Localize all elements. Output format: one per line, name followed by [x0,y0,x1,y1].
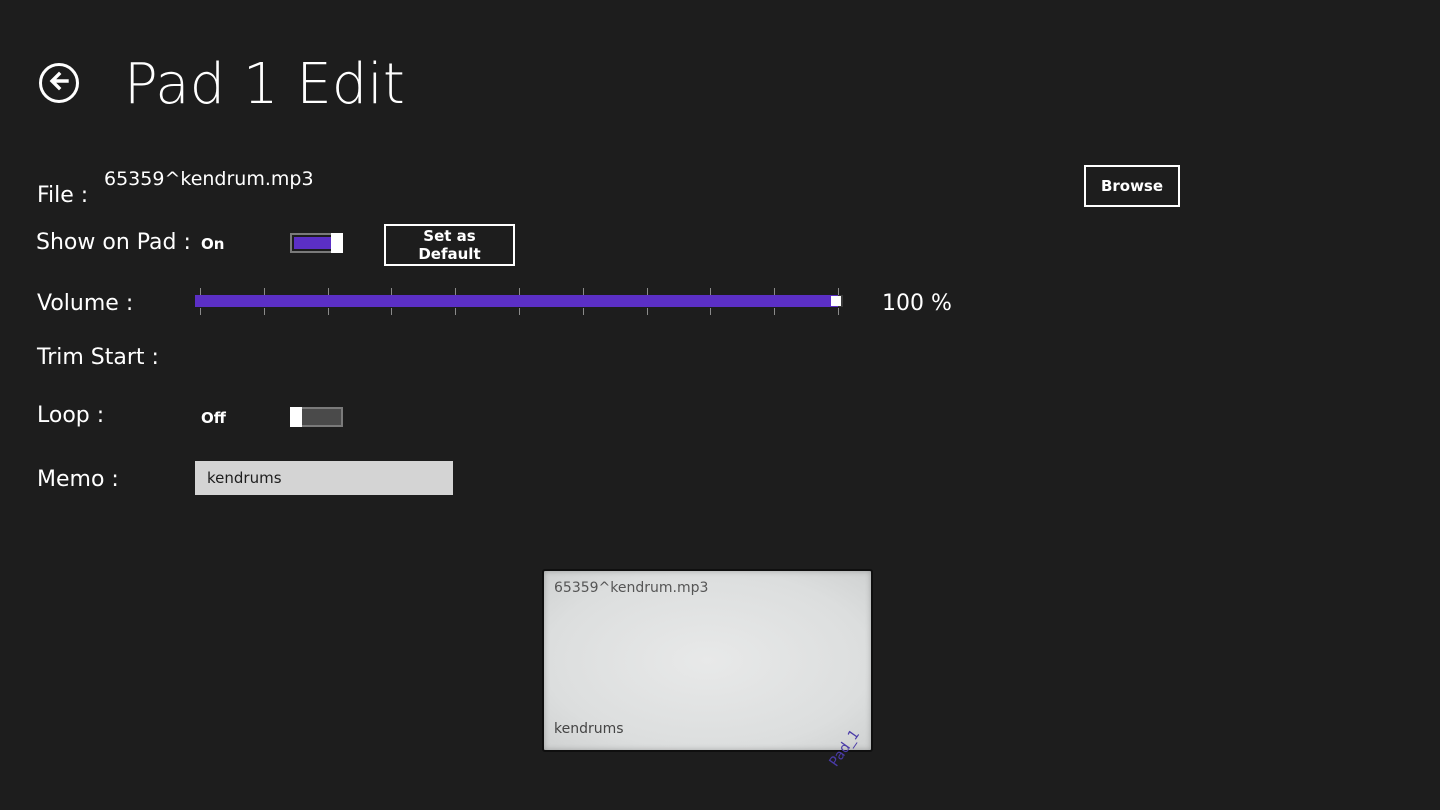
memo-label: Memo : [37,467,119,492]
volume-tick [519,288,520,295]
file-label: File : [37,183,89,208]
arrow-left-icon [47,69,71,97]
volume-tick [391,288,393,295]
trim-start-label: Trim Start : [37,345,159,370]
toggle-thumb[interactable] [290,407,302,427]
volume-label: Volume : [37,291,134,316]
volume-tick [263,288,265,295]
volume-tick [838,288,839,295]
pad-preview-memo: kendrums [554,721,624,737]
volume-tick [582,288,584,295]
volume-value: 100 % [882,291,952,316]
pad-preview-file: 65359^kendrum.mp3 [554,580,709,596]
volume-tick [391,308,393,315]
pad-preview-name: Pad_1 [826,726,863,770]
toggle-thumb[interactable] [331,233,343,253]
file-name: 65359^kendrum.mp3 [104,168,314,190]
volume-tick [455,308,457,315]
volume-tick [582,308,584,315]
volume-tick [327,288,329,295]
browse-button[interactable]: Browse [1084,165,1180,207]
pad-preview[interactable]: 65359^kendrum.mp3 kendrums Pad_1 [542,569,873,770]
volume-tick [200,308,201,315]
show-on-pad-toggle[interactable] [290,233,343,253]
toggle-fill [294,237,331,249]
volume-tick [646,288,648,295]
loop-state: Off [201,409,226,427]
volume-tick [710,288,712,295]
set-as-default-button[interactable]: Set as Default [384,224,515,266]
loop-label: Loop : [37,403,105,428]
volume-tick [519,308,520,315]
show-on-pad-label: Show on Pad : [36,230,191,255]
memo-input[interactable] [195,461,453,495]
volume-tick [327,308,329,315]
loop-toggle[interactable] [290,407,343,427]
page-title: Pad 1 Edit [124,52,405,117]
volume-tick [838,308,839,315]
volume-tick [774,288,776,295]
volume-tick [263,308,265,315]
volume-tick [774,308,776,315]
volume-tick [710,308,712,315]
volume-tick [200,288,201,295]
volume-ticks [195,288,843,316]
volume-tick [455,288,457,295]
show-on-pad-state: On [201,235,225,253]
back-button[interactable] [39,63,79,103]
volume-tick [646,308,648,315]
